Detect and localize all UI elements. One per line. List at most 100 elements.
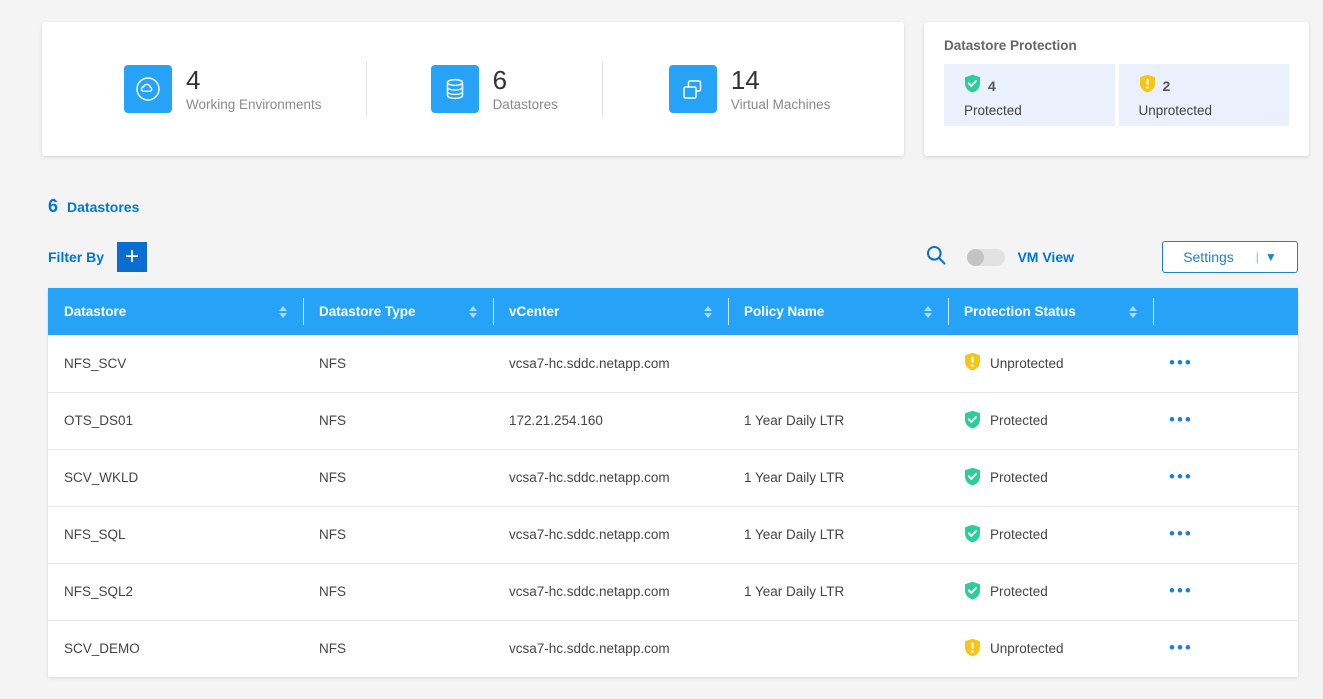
cell-actions: ••• <box>1153 506 1298 563</box>
column-header-datastore-type[interactable]: Datastore Type <box>303 288 493 335</box>
table-row[interactable]: SCV_DEMO NFS vcsa7-hc.sddc.netapp.com <box>48 620 1298 677</box>
shield-check-icon <box>964 467 981 489</box>
plus-icon: + <box>125 246 139 268</box>
row-actions-menu-icon[interactable]: ••• <box>1169 638 1193 657</box>
status-label: Unprotected <box>990 356 1064 371</box>
toolbar-right-group: VM View Settings | ▼ <box>925 241 1298 273</box>
cell-policy-name: 1 Year Daily LTR <box>728 506 948 563</box>
cell-policy-name <box>728 620 948 677</box>
table-row[interactable]: NFS_SCV NFS vcsa7-hc.sddc.netapp.com <box>48 335 1298 392</box>
settings-divider: | <box>1256 250 1259 264</box>
cell-protection-status: Unprotected <box>948 620 1153 677</box>
cell-datastore-type: NFS <box>303 563 493 620</box>
cell-datastore-type: NFS <box>303 506 493 563</box>
cell-protection-status: Protected <box>948 563 1153 620</box>
status-label: Protected <box>990 413 1048 428</box>
cell-protection-status: Unprotected <box>948 335 1153 392</box>
table-header-row: Datastore Datastore Type vCenter <box>48 288 1298 335</box>
vm-view-toggle[interactable] <box>967 249 1005 266</box>
column-header-vcenter[interactable]: vCenter <box>493 288 728 335</box>
column-header-datastore[interactable]: Datastore <box>48 288 303 335</box>
unprotected-tile[interactable]: 2 Unprotected <box>1119 64 1290 126</box>
metric-label: Datastores <box>493 97 558 112</box>
chevron-down-icon: ▼ <box>1265 250 1277 264</box>
table-body: NFS_SCV NFS vcsa7-hc.sddc.netapp.com <box>48 335 1298 677</box>
cell-actions: ••• <box>1153 335 1298 392</box>
datastores-count: 6 <box>48 196 58 217</box>
status-label: Unprotected <box>990 641 1064 656</box>
sort-icon[interactable] <box>469 306 477 318</box>
table-row[interactable]: NFS_SQL NFS vcsa7-hc.sddc.netapp.com 1 Y… <box>48 506 1298 563</box>
shield-check-icon <box>964 74 981 98</box>
datastore-protection-card: Datastore Protection 4 Protected <box>924 22 1309 156</box>
summary-row: 4 Working Environments 6 Datastores <box>42 22 1309 156</box>
search-icon[interactable] <box>925 244 947 271</box>
cell-protection-status: Protected <box>948 449 1153 506</box>
cell-actions: ••• <box>1153 392 1298 449</box>
row-actions-menu-icon[interactable]: ••• <box>1169 581 1193 600</box>
settings-button[interactable]: Settings | ▼ <box>1162 241 1298 273</box>
row-actions-menu-icon[interactable]: ••• <box>1169 524 1193 543</box>
shield-check-icon <box>964 410 981 432</box>
unprotected-label: Unprotected <box>1139 103 1278 118</box>
cell-actions: ••• <box>1153 449 1298 506</box>
filter-by-label: Filter By <box>48 249 104 265</box>
shield-check-icon <box>964 524 981 546</box>
datastores-page: 4 Working Environments 6 Datastores <box>0 0 1323 699</box>
cell-policy-name <box>728 335 948 392</box>
cell-actions: ••• <box>1153 563 1298 620</box>
cell-policy-name: 1 Year Daily LTR <box>728 449 948 506</box>
datastores-count-label: Datastores <box>67 199 139 215</box>
vm-view-label: VM View <box>1017 249 1074 265</box>
sort-icon[interactable] <box>1129 306 1137 318</box>
metric-working-environments: 4 Working Environments <box>124 65 322 113</box>
unprotected-count: 2 <box>1163 78 1171 94</box>
status-label: Protected <box>990 470 1048 485</box>
shield-alert-icon <box>964 638 981 660</box>
shield-alert-icon <box>964 352 981 374</box>
protection-card-title: Datastore Protection <box>944 38 1289 53</box>
table-row[interactable]: SCV_WKLD NFS vcsa7-hc.sddc.netapp.com 1 … <box>48 449 1298 506</box>
cell-vcenter: vcsa7-hc.sddc.netapp.com <box>493 335 728 392</box>
column-header-label: Datastore <box>64 304 126 319</box>
cell-datastore-type: NFS <box>303 392 493 449</box>
column-header-policy-name[interactable]: Policy Name <box>728 288 948 335</box>
cell-datastore: OTS_DS01 <box>48 392 303 449</box>
row-actions-menu-icon[interactable]: ••• <box>1169 410 1193 429</box>
table-row[interactable]: NFS_SQL2 NFS vcsa7-hc.sddc.netapp.com 1 … <box>48 563 1298 620</box>
cell-datastore-type: NFS <box>303 449 493 506</box>
metric-value: 14 <box>731 66 831 94</box>
row-actions-menu-icon[interactable]: ••• <box>1169 467 1193 486</box>
protected-count: 4 <box>988 78 996 94</box>
metric-label: Virtual Machines <box>731 97 831 112</box>
metric-value: 4 <box>186 66 322 94</box>
datastores-count-heading: 6 Datastores <box>48 196 139 217</box>
datastores-table: Datastore Datastore Type vCenter <box>48 288 1298 677</box>
database-icon <box>431 65 479 113</box>
sort-icon[interactable] <box>924 306 932 318</box>
cell-datastore: SCV_WKLD <box>48 449 303 506</box>
metric-virtual-machines: 14 Virtual Machines <box>669 65 831 113</box>
column-header-actions <box>1153 288 1298 335</box>
metric-label: Working Environments <box>186 97 322 112</box>
sort-icon[interactable] <box>704 306 712 318</box>
cell-datastore: NFS_SQL <box>48 506 303 563</box>
status-label: Protected <box>990 527 1048 542</box>
cell-datastore: NFS_SCV <box>48 335 303 392</box>
row-actions-menu-icon[interactable]: ••• <box>1169 353 1193 372</box>
sort-icon[interactable] <box>279 306 287 318</box>
cell-vcenter: vcsa7-hc.sddc.netapp.com <box>493 449 728 506</box>
cell-vcenter: vcsa7-hc.sddc.netapp.com <box>493 620 728 677</box>
cloud-icon <box>124 65 172 113</box>
status-label: Protected <box>990 584 1048 599</box>
cell-protection-status: Protected <box>948 506 1153 563</box>
cell-protection-status: Protected <box>948 392 1153 449</box>
settings-dropdown[interactable]: | ▼ <box>1256 250 1277 264</box>
protected-tile[interactable]: 4 Protected <box>944 64 1115 126</box>
summary-card: 4 Working Environments 6 Datastores <box>42 22 904 156</box>
column-header-label: Policy Name <box>744 304 824 319</box>
cell-vcenter: vcsa7-hc.sddc.netapp.com <box>493 563 728 620</box>
table-row[interactable]: OTS_DS01 NFS 172.21.254.160 1 Year Daily… <box>48 392 1298 449</box>
column-header-protection-status[interactable]: Protection Status <box>948 288 1153 335</box>
add-filter-button[interactable]: + <box>117 242 147 272</box>
